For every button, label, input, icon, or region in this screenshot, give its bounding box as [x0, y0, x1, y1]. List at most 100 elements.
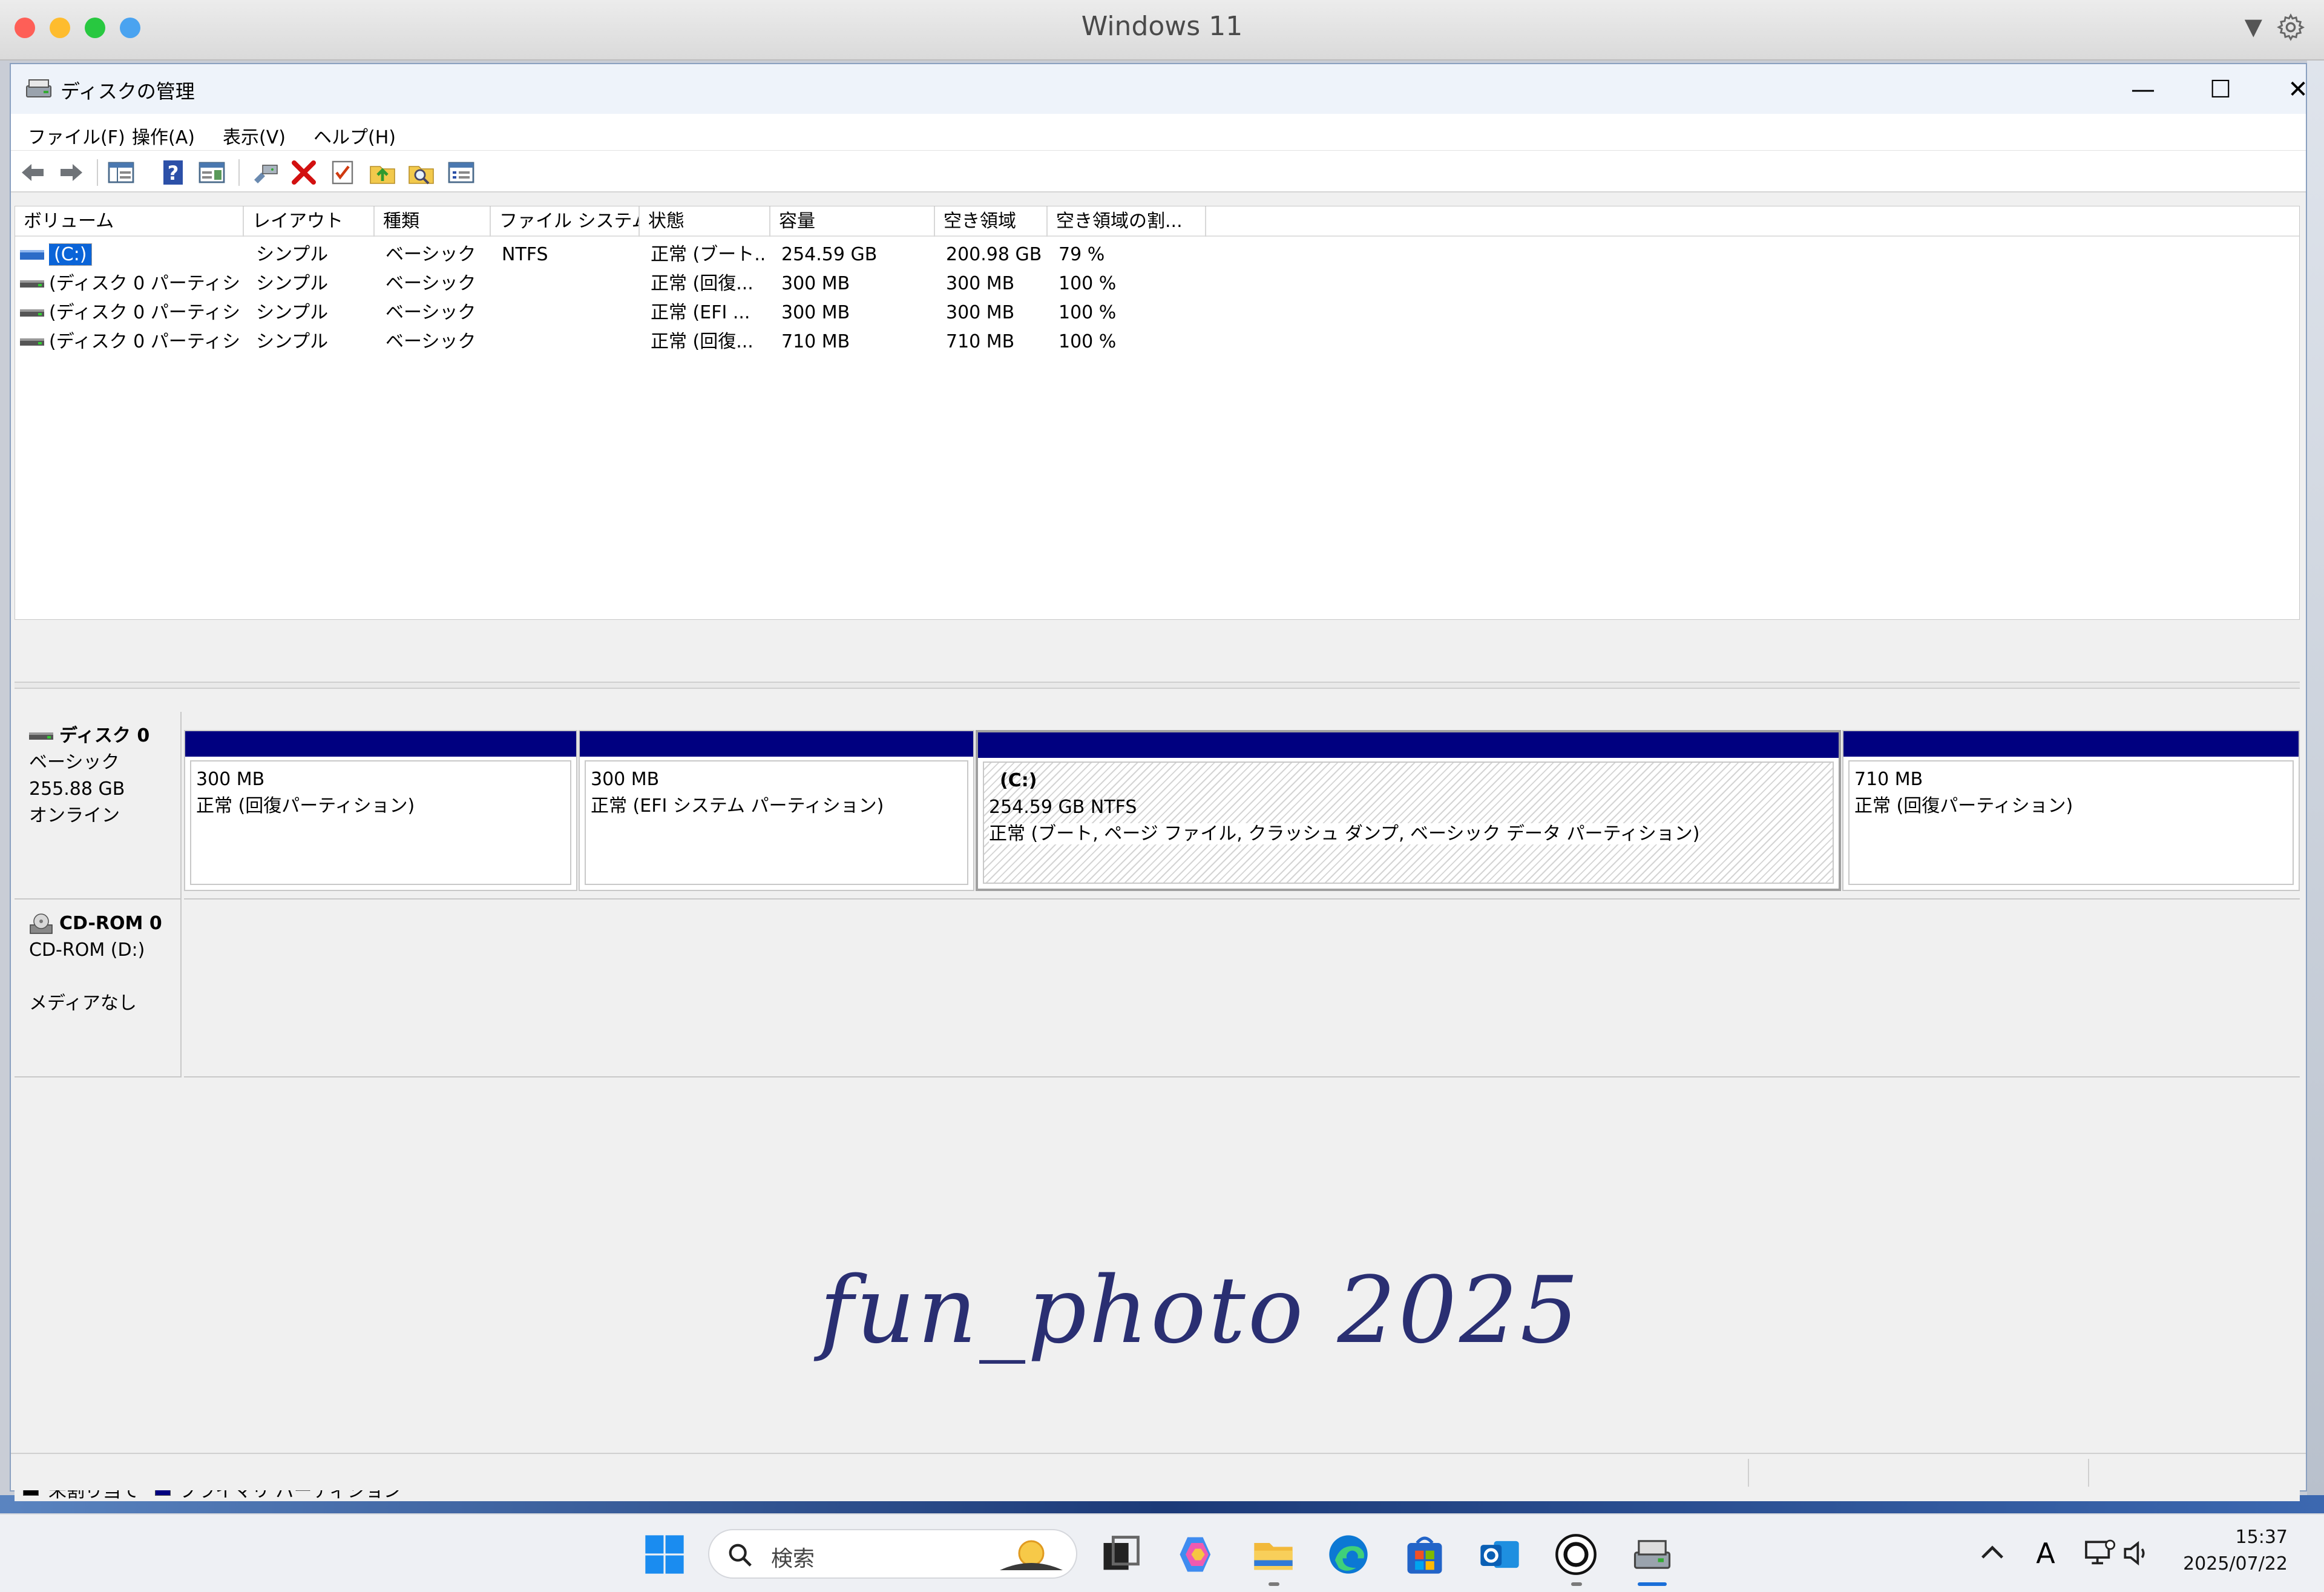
- watermark-text: fun_photo 2025: [819, 1257, 1581, 1364]
- forward-icon[interactable]: [57, 158, 86, 187]
- column-header-layout[interactable]: レイアウト: [244, 206, 375, 237]
- menu-help[interactable]: ヘルプ(H): [313, 122, 396, 149]
- partition-c-drive[interactable]: (C:) 254.59 GB NTFS 正常 (ブート, ページ ファイル, ク…: [976, 730, 1841, 891]
- help-icon[interactable]: ?: [159, 158, 188, 187]
- menu-view[interactable]: 表示(V): [223, 122, 286, 149]
- status-bar: [11, 1453, 2306, 1490]
- chevron-up-icon[interactable]: [1975, 1536, 2009, 1570]
- disk-management-icon[interactable]: [1629, 1531, 1675, 1577]
- disk-0-partitions: 300 MB 正常 (回復パーティション) 300 MB 正常 (EFI システ…: [184, 712, 2300, 900]
- edge-icon[interactable]: [1325, 1531, 1371, 1577]
- volume-free-space: 710 MB: [946, 331, 1015, 352]
- search-folder-icon[interactable]: [407, 158, 436, 187]
- volume-row[interactable]: (ディスク 0 パーティショ... シンプル ベーシック 正常 (EFI ...…: [15, 298, 2299, 327]
- partition-color-bar: [1843, 731, 2299, 757]
- volume-status: 正常 (回復...: [651, 331, 753, 352]
- volume-list[interactable]: ボリューム レイアウト 種類 ファイル システム 状態 容量 空き領域 空き領域…: [15, 206, 2300, 620]
- svg-text:?: ?: [168, 162, 179, 185]
- window-title-bar[interactable]: ディスクの管理 — ☐ ✕: [11, 64, 2308, 114]
- volume-name: (ディスク 0 パーティショ...: [49, 331, 243, 352]
- taskbar: 検索 A 15:37 2025/07/22: [0, 1513, 2324, 1592]
- partition-efi[interactable]: 300 MB 正常 (EFI システム パーティション): [579, 730, 974, 891]
- volume-free-space: 300 MB: [946, 273, 1015, 294]
- partition-size: 300 MB: [196, 769, 265, 790]
- cdrom-0-area: [184, 900, 2300, 1077]
- partition-recovery-1[interactable]: 300 MB 正常 (回復パーティション): [184, 730, 577, 891]
- host-title-bar: Windows 11 ▼: [0, 0, 2324, 61]
- column-header-capacity[interactable]: 容量: [770, 206, 935, 237]
- volume-type: ベーシック: [386, 331, 476, 352]
- column-header-percent-free[interactable]: 空き領域の割...: [1048, 206, 1206, 237]
- host-gear-icon[interactable]: [2276, 12, 2306, 42]
- volume-status: 正常 (回復...: [651, 273, 753, 294]
- delete-icon[interactable]: [289, 158, 318, 187]
- start-icon[interactable]: [642, 1531, 688, 1577]
- check-icon[interactable]: [328, 158, 357, 187]
- host-title: Windows 11: [1081, 11, 1243, 42]
- column-header-volume[interactable]: ボリューム: [15, 206, 244, 237]
- folder-up-icon[interactable]: [368, 158, 397, 187]
- clock-time[interactable]: 15:37: [2236, 1527, 2288, 1548]
- volume-row[interactable]: (ディスク 0 パーティショ... シンプル ベーシック 正常 (回復... 3…: [15, 269, 2299, 298]
- menu-bar: ファイル(F) 操作(A) 表示(V) ヘルプ(H): [11, 114, 2306, 150]
- disk-0-label[interactable]: ディスク 0 ベーシック 255.88 GB オンライン: [15, 712, 182, 900]
- volume-row[interactable]: (ディスク 0 パーティショ... シンプル ベーシック 正常 (回復... 7…: [15, 327, 2299, 357]
- volume-drive-icon: [20, 338, 44, 346]
- task-view-icon[interactable]: [1098, 1531, 1144, 1577]
- volume-percent-free: 100 %: [1059, 331, 1117, 352]
- maximize-button[interactable]: ☐: [2193, 73, 2248, 107]
- partition-status: 正常 (EFI システム パーティション): [591, 795, 884, 817]
- volume-type: ベーシック: [386, 244, 476, 265]
- network-icon[interactable]: [2082, 1536, 2116, 1570]
- column-header-status[interactable]: 状態: [640, 206, 770, 237]
- ime-indicator[interactable]: A: [2029, 1536, 2063, 1570]
- menu-action[interactable]: 操作(A): [132, 122, 195, 149]
- volume-row[interactable]: (C:) シンプル ベーシック NTFS 正常 (ブート... 254.59 G…: [15, 240, 2299, 269]
- properties-icon[interactable]: [197, 158, 226, 187]
- copilot-icon[interactable]: [1174, 1531, 1220, 1577]
- pane-splitter[interactable]: [15, 682, 2300, 689]
- minimize-button[interactable]: —: [2116, 73, 2170, 107]
- back-icon[interactable]: [18, 158, 47, 187]
- chatgpt-icon[interactable]: [1553, 1531, 1599, 1577]
- connect-icon[interactable]: [251, 158, 280, 187]
- volume-percent-free: 100 %: [1059, 302, 1117, 323]
- volume-status: 正常 (ブート...: [651, 244, 766, 265]
- volume-capacity: 710 MB: [781, 331, 850, 352]
- column-header-type[interactable]: 種類: [375, 206, 491, 237]
- host-dropdown-icon[interactable]: ▼: [2245, 13, 2262, 40]
- volume-list-header: ボリューム レイアウト 種類 ファイル システム 状態 容量 空き領域 空き領域…: [15, 206, 2299, 237]
- volume-percent-free: 79 %: [1059, 244, 1105, 265]
- partition-recovery-2[interactable]: 710 MB 正常 (回復パーティション): [1842, 730, 2300, 891]
- console-tree-icon[interactable]: [107, 158, 136, 187]
- partition-color-bar: [580, 731, 973, 757]
- list-view-icon[interactable]: [447, 158, 476, 187]
- taskbar-search-box[interactable]: 検索: [708, 1529, 1077, 1579]
- volume-layout: シンプル: [256, 244, 329, 265]
- volume-free-space: 300 MB: [946, 302, 1015, 323]
- disk-name: ディスク 0: [59, 725, 150, 746]
- clock-date[interactable]: 2025/07/22: [2183, 1553, 2288, 1574]
- search-placeholder: 検索: [771, 1547, 815, 1571]
- running-indicator: [1571, 1582, 1582, 1586]
- partition-size: 254.59 GB NTFS: [989, 797, 1137, 818]
- volume-icon[interactable]: [2119, 1536, 2153, 1570]
- store-icon[interactable]: [1402, 1531, 1448, 1577]
- menu-file[interactable]: ファイル(F): [28, 122, 125, 149]
- disk-type: ベーシック: [29, 752, 120, 773]
- volume-file-system: NTFS: [502, 244, 548, 265]
- outlook-icon[interactable]: [1477, 1531, 1523, 1577]
- disk-size: 255.88 GB: [29, 778, 125, 800]
- volume-free-space: 200.98 GB: [946, 244, 1042, 265]
- column-header-free-space[interactable]: 空き領域: [935, 206, 1048, 237]
- file-explorer-icon[interactable]: [1250, 1531, 1296, 1577]
- cdrom-0-label[interactable]: CD-ROM 0 CD-ROM (D:) メディアなし: [15, 900, 182, 1077]
- volume-type: ベーシック: [386, 302, 476, 323]
- graphical-disk-view: ディスク 0 ベーシック 255.88 GB オンライン 300 MB 正常 (…: [15, 694, 2300, 1471]
- volume-type: ベーシック: [386, 273, 476, 294]
- disk-status: オンライン: [29, 805, 120, 826]
- disk-size: [29, 964, 180, 990]
- disk-status: メディアなし: [29, 993, 137, 1014]
- column-header-file-system[interactable]: ファイル システム: [491, 206, 640, 237]
- close-button[interactable]: ✕: [2271, 73, 2324, 107]
